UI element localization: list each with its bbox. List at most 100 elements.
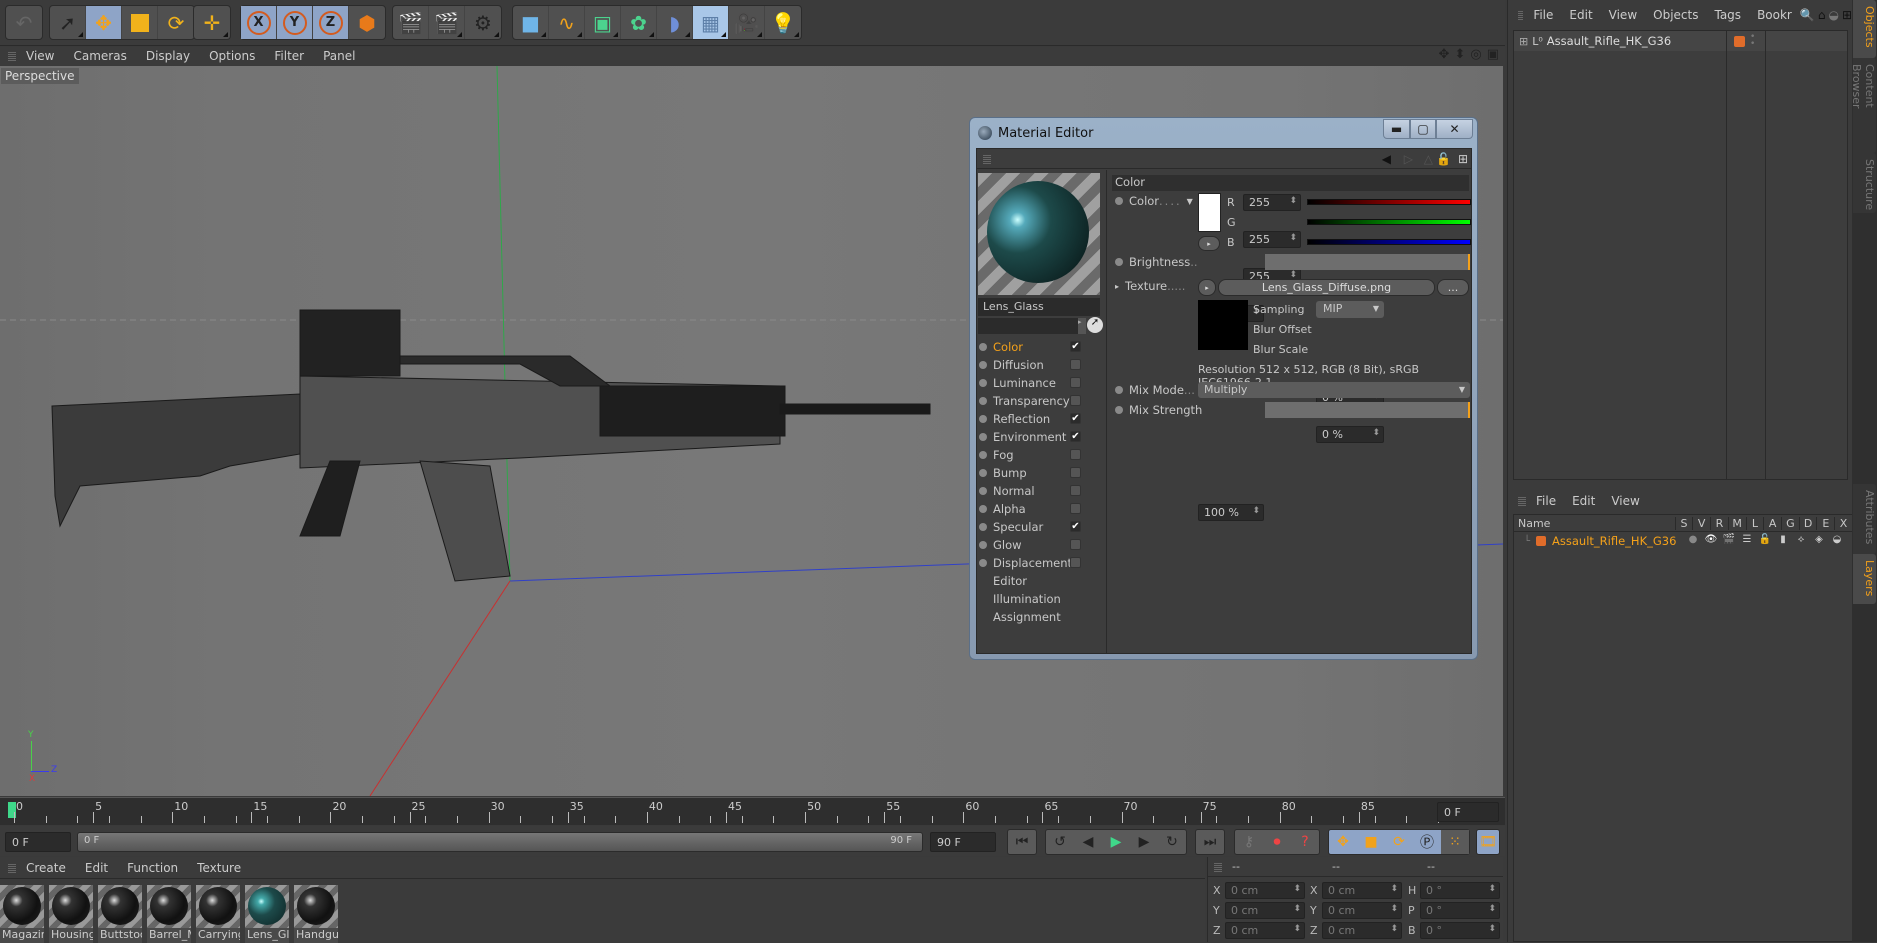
- channel-checkbox[interactable]: [1070, 377, 1081, 388]
- key-scale-icon[interactable]: ■: [1357, 830, 1385, 854]
- page-editor[interactable]: Editor: [979, 572, 1027, 590]
- menu-view[interactable]: View: [1609, 8, 1637, 22]
- material-preview[interactable]: [978, 173, 1100, 295]
- search-icon[interactable]: 🔍: [1800, 8, 1815, 22]
- channel-checkbox[interactable]: [1070, 467, 1081, 478]
- channel-luminance[interactable]: Luminance: [979, 374, 1089, 392]
- layer-column-d[interactable]: D: [1798, 516, 1817, 530]
- floor-icon[interactable]: ▦: [693, 6, 729, 39]
- goto-prev-key-icon[interactable]: ↺: [1046, 830, 1074, 854]
- home-icon[interactable]: ⌂: [1818, 8, 1826, 22]
- goto-next-key-icon[interactable]: ↻: [1158, 830, 1186, 854]
- channel-checkbox[interactable]: [1070, 485, 1081, 496]
- lock-icon[interactable]: 🔓: [1756, 534, 1774, 545]
- menu-create[interactable]: Create: [26, 861, 66, 875]
- grip-handle[interactable]: [8, 51, 16, 61]
- channel-fog[interactable]: Fog: [979, 446, 1089, 464]
- end-frame-field[interactable]: 90 F: [930, 832, 996, 852]
- z-axis-lock-icon[interactable]: Z: [313, 6, 349, 39]
- channel-color[interactable]: Color ✔: [979, 338, 1089, 356]
- r-field[interactable]: 255: [1243, 194, 1301, 211]
- menu-panel[interactable]: Panel: [323, 49, 355, 63]
- channel-checkbox[interactable]: ✔: [1070, 431, 1081, 442]
- coordinate-field[interactable]: 0 cm: [1225, 902, 1305, 919]
- grip-handle[interactable]: [983, 153, 991, 164]
- material-link-field[interactable]: [978, 318, 1078, 334]
- material-thumbnail[interactable]: Barrel_M: [147, 885, 191, 943]
- g-field[interactable]: 255: [1243, 231, 1301, 248]
- live-selection-icon[interactable]: ➚: [50, 6, 86, 39]
- light-icon[interactable]: 💡: [765, 6, 801, 39]
- menu-edit[interactable]: Edit: [1572, 494, 1595, 508]
- spline-icon[interactable]: ∿: [549, 6, 585, 39]
- layer-column-m[interactable]: M: [1727, 516, 1746, 530]
- grip-handle[interactable]: [1518, 10, 1524, 20]
- camera-label[interactable]: Perspective: [1, 68, 79, 84]
- layer-color-swatch[interactable]: [1734, 35, 1745, 47]
- render-view-icon[interactable]: 🎬: [393, 6, 429, 39]
- start-frame-field[interactable]: 0 F: [5, 832, 71, 852]
- channel-checkbox[interactable]: [1070, 539, 1081, 550]
- page-assignment[interactable]: Assignment: [979, 608, 1061, 626]
- subdivision-icon[interactable]: ▣: [585, 6, 621, 39]
- color-options-button[interactable]: ▸: [1198, 236, 1220, 251]
- tab-content-browser[interactable]: Content Browser: [1850, 58, 1876, 153]
- animate-dot[interactable]: [1115, 386, 1123, 394]
- layer-column-r[interactable]: R: [1710, 516, 1728, 530]
- material-thumbnail[interactable]: Lens_Glass: [245, 885, 289, 943]
- rotate-icon[interactable]: ⟳: [158, 6, 194, 39]
- render-icon[interactable]: 🎬: [1720, 534, 1738, 545]
- undo-icon[interactable]: ↶: [6, 6, 42, 39]
- forward-arrow-icon[interactable]: ▷: [1404, 152, 1413, 166]
- coordinate-field[interactable]: 0 °: [1420, 922, 1500, 939]
- step-back-icon[interactable]: ◀: [1074, 830, 1102, 854]
- animate-dot[interactable]: [1115, 406, 1123, 414]
- layer-column-name[interactable]: Name: [1514, 517, 1675, 530]
- channel-checkbox[interactable]: ✔: [1070, 521, 1081, 532]
- animation-icon[interactable]: ▮: [1774, 534, 1792, 545]
- coordinate-field[interactable]: 0 cm: [1322, 882, 1402, 899]
- channel-specular[interactable]: Specular ✔: [979, 518, 1089, 536]
- minimize-button[interactable]: ▬: [1383, 119, 1410, 139]
- generators-icon[interactable]: ⟡: [1792, 534, 1810, 545]
- cube-icon[interactable]: ■: [513, 6, 549, 39]
- dolly-icon[interactable]: ⬍: [1454, 47, 1465, 62]
- menu-edit[interactable]: Edit: [85, 861, 108, 875]
- recent-tool-icon[interactable]: ✛: [194, 6, 230, 39]
- key-parameter-icon[interactable]: Ⓟ: [1413, 830, 1441, 854]
- texture-thumbnail[interactable]: [1198, 300, 1248, 350]
- menu-edit[interactable]: Edit: [1569, 8, 1592, 22]
- dropdown-arrow-icon[interactable]: ▼: [1187, 197, 1193, 206]
- layer-column-a[interactable]: A: [1763, 516, 1781, 530]
- material-thumbnail[interactable]: Magazine: [0, 885, 44, 943]
- channel-checkbox[interactable]: [1070, 557, 1081, 568]
- pan-icon[interactable]: ✥: [1439, 47, 1450, 62]
- channel-displacement[interactable]: Displacement: [979, 554, 1089, 572]
- page-illumination[interactable]: Illumination: [979, 590, 1061, 608]
- deformers-icon[interactable]: ◈: [1810, 534, 1828, 545]
- object-row[interactable]: ⊞ L⁰ Assault_Rifle_HK_G36 • •: [1514, 31, 1847, 51]
- tab-attributes[interactable]: Attributes: [1853, 484, 1876, 554]
- menu-options[interactable]: Options: [209, 49, 255, 63]
- animate-dot[interactable]: [1115, 197, 1123, 205]
- record-active-icon[interactable]: ⚷: [1235, 830, 1263, 854]
- menu-bookmarks[interactable]: Bookr: [1757, 8, 1792, 22]
- grip-handle[interactable]: [8, 862, 16, 873]
- coordinate-field[interactable]: 0 cm: [1225, 922, 1305, 939]
- autokey-icon[interactable]: ⏺: [1263, 830, 1291, 854]
- mix-strength-field[interactable]: 100 %: [1198, 504, 1264, 521]
- channel-environment[interactable]: Environment ✔: [979, 428, 1089, 446]
- solo-icon[interactable]: ●: [1684, 534, 1702, 545]
- texture-options-button[interactable]: ▸: [1198, 279, 1216, 296]
- expand-icon[interactable]: ⊞: [1519, 35, 1528, 48]
- tab-objects[interactable]: Objects: [1853, 0, 1876, 58]
- new-window-icon[interactable]: ⊞: [1842, 8, 1852, 22]
- y-axis-lock-icon[interactable]: Y: [277, 6, 313, 39]
- channel-checkbox[interactable]: [1070, 395, 1081, 406]
- deformer-icon[interactable]: ◗: [657, 6, 693, 39]
- coordinate-field[interactable]: 0 °: [1420, 902, 1500, 919]
- coordinate-field[interactable]: 0 °: [1420, 882, 1500, 899]
- expressions-icon[interactable]: ◒: [1828, 534, 1846, 545]
- menu-filter[interactable]: Filter: [274, 49, 304, 63]
- menu-view[interactable]: View: [1611, 494, 1639, 508]
